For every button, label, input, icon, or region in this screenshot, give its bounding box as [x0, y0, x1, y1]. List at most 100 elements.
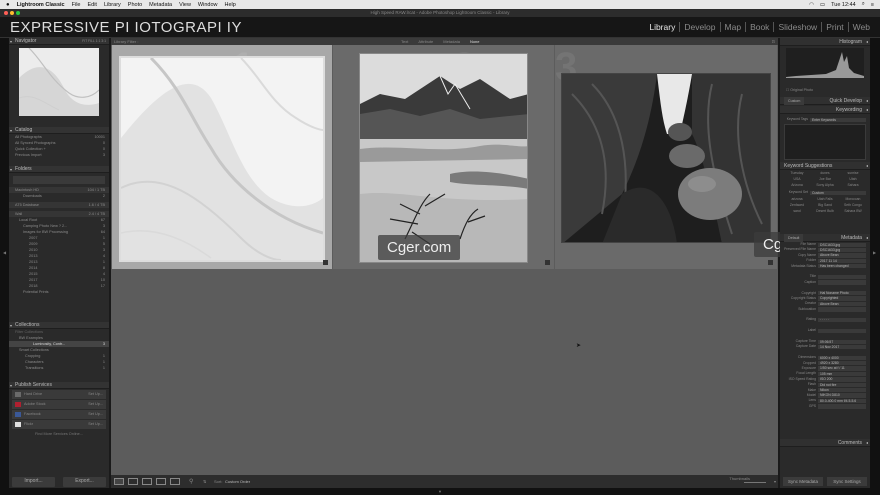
metadata-value[interactable]: [818, 307, 866, 312]
publish-services-header[interactable]: Publish Services: [9, 382, 109, 389]
filter-none[interactable]: None: [470, 38, 480, 45]
navigator-zoom-options[interactable]: FIT FILL 1:1 3:1: [82, 38, 106, 45]
people-view-icon[interactable]: [170, 478, 180, 485]
publish-facebook[interactable]: Facebook Set Up...: [12, 410, 106, 419]
metadata-value[interactable]: Copyrighted: [818, 296, 866, 301]
collection-row[interactable]: Transitions 1: [9, 365, 109, 371]
edited-badge-icon[interactable]: [768, 260, 773, 265]
keyword-set-item[interactable]: Sahara BW: [839, 209, 867, 213]
metadata-value[interactable]: Did not fire: [818, 382, 866, 388]
keyword-set-item[interactable]: Utah Falls: [811, 197, 839, 201]
keyword-suggestion[interactable]: Sahara: [839, 183, 867, 187]
menu-view[interactable]: View: [179, 2, 191, 8]
edited-badge-icon[interactable]: [323, 260, 328, 265]
keyword-suggestion[interactable]: USA: [783, 177, 811, 181]
menu-list-icon[interactable]: ≡: [871, 2, 874, 8]
menubar-clock[interactable]: Tue 12:44: [831, 2, 856, 8]
find-more-services-link[interactable]: Find More Services Online...: [9, 431, 109, 437]
module-develop[interactable]: Develop: [679, 22, 719, 32]
menu-edit[interactable]: Edit: [87, 2, 96, 8]
keyword-tags-select[interactable]: Enter Keywords: [810, 117, 866, 122]
painter-icon[interactable]: ⚲: [189, 478, 193, 485]
metadata-value[interactable]: 14 Nov 2017: [818, 344, 866, 350]
battery-icon[interactable]: ▭: [820, 2, 825, 8]
publish-hard-drive[interactable]: Hard Drive Set Up...: [12, 390, 106, 399]
menu-photo[interactable]: Photo: [128, 2, 142, 8]
grid-cell[interactable]: 2 Cger.com: [333, 45, 554, 269]
filter-lock-icon[interactable]: ⊡: [772, 38, 775, 45]
photo-thumbnail[interactable]: [359, 53, 528, 263]
sort-direction-icon[interactable]: ⇅: [203, 479, 206, 484]
keyword-suggestion[interactable]: sunrise: [839, 171, 867, 175]
metadata-value[interactable]: 80.0-400.0 mm f/4.5-5.6: [818, 398, 866, 404]
metadata-value[interactable]: NIKON D810: [818, 393, 866, 398]
navigator-preview[interactable]: [19, 48, 99, 116]
menu-window[interactable]: Window: [198, 2, 218, 8]
grid-cell-selected[interactable]: 1: [112, 45, 332, 269]
volume-at5[interactable]: AT5 Database 1.6 / 4 TB: [9, 202, 109, 208]
sort-select[interactable]: Custom Order: [225, 479, 250, 484]
keyword-suggestion[interactable]: Arizona: [783, 183, 811, 187]
keywording-header[interactable]: Keywording: [780, 106, 870, 114]
import-button[interactable]: Import...: [12, 477, 55, 487]
quick-develop-preset-select[interactable]: Custom: [784, 97, 805, 105]
module-print[interactable]: Print: [821, 22, 847, 32]
sync-metadata-button[interactable]: Sync Metadata: [783, 477, 823, 486]
metadata-value[interactable]: 4920 x 3280: [818, 361, 866, 366]
folders-header[interactable]: Folders: [9, 166, 109, 173]
module-web[interactable]: Web: [847, 22, 874, 32]
metadata-value[interactable]: DSC1633.jpg: [818, 247, 866, 253]
sync-settings-button[interactable]: Sync Settings: [827, 477, 867, 486]
filter-text[interactable]: Text: [401, 38, 408, 45]
folder-row[interactable]: Downloads 2: [9, 193, 109, 199]
metadata-value[interactable]: DSC1633.jpg: [818, 242, 866, 247]
thumbnail-size-slider[interactable]: [744, 482, 766, 483]
metadata-value[interactable]: Has been changed: [818, 264, 866, 269]
keyword-tags-field[interactable]: [784, 124, 866, 161]
keyword-set-item[interactable]: Zenfaced: [783, 203, 811, 207]
keyword-suggestion[interactable]: dunes: [811, 171, 839, 175]
keyword-suggestion[interactable]: Utah: [839, 177, 867, 181]
export-button[interactable]: Export...: [63, 477, 106, 487]
metadata-value[interactable]: 105 mm: [818, 371, 866, 377]
keyword-set-item[interactable]: sand: [783, 209, 811, 213]
survey-view-icon[interactable]: [156, 478, 166, 485]
keyword-suggestions-header[interactable]: Keyword Suggestions: [780, 162, 870, 171]
close-window-icon[interactable]: [4, 11, 8, 15]
navigator-header[interactable]: Navigator FIT FILL 1:1 3:1: [9, 38, 109, 45]
metadata-value[interactable]: [818, 274, 866, 280]
metadata-value[interactable]: [818, 280, 866, 285]
wifi-icon[interactable]: ◠: [809, 2, 814, 8]
grid-view-icon[interactable]: [114, 478, 124, 485]
metadata-header[interactable]: Default Metadata: [780, 234, 870, 242]
folders-filter-field[interactable]: [13, 176, 105, 184]
module-library[interactable]: Library: [645, 22, 679, 32]
left-panel-toggle-icon[interactable]: ◀: [3, 250, 6, 255]
toolbar-menu-icon[interactable]: ▾: [774, 479, 776, 484]
keyword-suggestion[interactable]: Sony Alpha: [811, 183, 839, 187]
menu-library[interactable]: Library: [104, 2, 121, 8]
right-panel-toggle-icon[interactable]: ▶: [873, 250, 876, 255]
comments-header[interactable]: Comments: [780, 439, 870, 447]
module-map[interactable]: Map: [719, 22, 746, 32]
menu-help[interactable]: Help: [224, 2, 235, 8]
catalog-header[interactable]: Catalog: [9, 127, 109, 134]
photo-thumbnail[interactable]: [119, 56, 325, 262]
menu-metadata[interactable]: Metadata: [149, 2, 172, 8]
compare-view-icon[interactable]: [142, 478, 152, 485]
metadata-preset-select[interactable]: Default: [784, 234, 804, 242]
menu-app[interactable]: Lightroom Classic: [17, 2, 65, 8]
keyword-suggestion[interactable]: Tuesday: [783, 171, 811, 175]
loupe-view-icon[interactable]: [128, 478, 138, 485]
keyword-set-item[interactable]: Desert Bulb: [811, 209, 839, 213]
metadata-value[interactable]: Hal Noname Photo: [818, 291, 866, 296]
quick-develop-header[interactable]: Custom Quick Develop: [780, 97, 870, 105]
photo-thumbnail[interactable]: [561, 73, 771, 243]
metadata-value[interactable]: · · · · ·: [818, 317, 866, 323]
metadata-value[interactable]: [818, 404, 866, 409]
metadata-value[interactable]: Nikon: [818, 388, 866, 393]
metadata-value[interactable]: Above Bean: [818, 253, 866, 258]
metadata-value[interactable]: [818, 328, 866, 334]
original-photo-checkbox[interactable]: ☐ Original Photo: [786, 88, 813, 92]
minimize-window-icon[interactable]: [10, 11, 14, 15]
